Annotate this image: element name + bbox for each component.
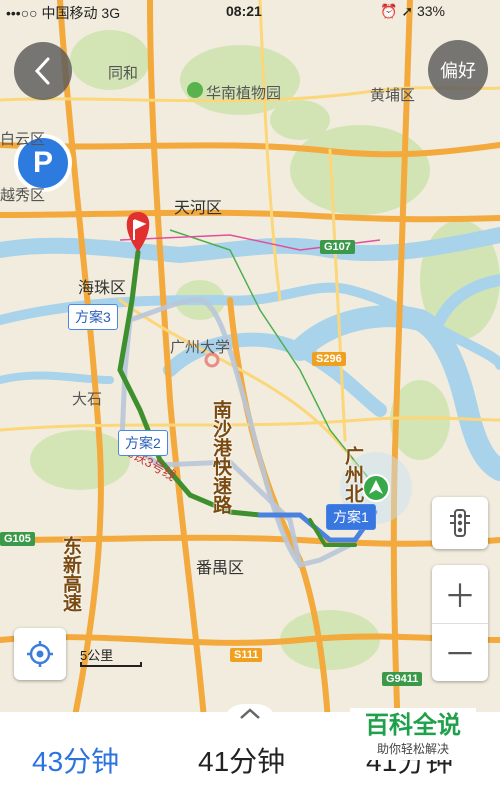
route-plan-1-label[interactable]: 方案1	[326, 504, 376, 530]
zoom-controls: ＋ －	[432, 565, 488, 681]
zoom-in-button[interactable]: ＋	[432, 565, 488, 623]
map-label-dongxin-expressway: 东新高速	[60, 536, 81, 612]
watermark: 百科全说 助你轻松解决	[350, 708, 476, 760]
clock: 08:21	[226, 3, 262, 19]
map-label-guangzhou-north: 广州北	[342, 446, 363, 503]
map-label-botanical-garden: 华南植物园	[206, 85, 282, 102]
map-label-baiyun: 白云区	[0, 131, 46, 148]
map-label-dashi: 大石	[72, 391, 103, 408]
route-plan-2-label[interactable]: 方案2	[118, 430, 168, 456]
scale-label: 5公里	[80, 648, 114, 663]
map-label-huangpu: 黄埔区	[370, 87, 416, 104]
route-plan-3-label[interactable]: 方案3	[68, 304, 118, 330]
watermark-title: 百科全说	[365, 712, 461, 739]
back-button[interactable]	[14, 42, 72, 100]
road-badge-g105: G105	[0, 532, 35, 546]
road-badge-g107: G107	[320, 240, 355, 254]
route-option-1-duration[interactable]: 43分钟	[32, 740, 119, 780]
watermark-subtitle: 助你轻松解决	[376, 742, 449, 756]
chevron-left-icon	[34, 57, 50, 85]
map-scale: 5公里	[80, 645, 142, 667]
carrier-label: •••○○ 中国移动 3G	[6, 5, 121, 21]
traffic-light-icon	[450, 509, 470, 537]
map-label-tonghe: 同和	[108, 65, 139, 82]
chevron-up-icon	[240, 708, 260, 719]
status-bar: •••○○ 中国移动 3G 08:21 ⏰ ➚ 33%	[0, 0, 500, 22]
locate-icon	[27, 641, 53, 667]
scale-bar	[80, 662, 142, 667]
locate-button[interactable]	[14, 628, 66, 680]
road-badge-s296: S296	[312, 352, 346, 366]
map-label-tianhe: 天河区	[174, 200, 223, 217]
map-label-university: 广州大学	[170, 339, 231, 356]
map-label-haizhu: 海珠区	[78, 280, 127, 297]
traffic-toggle-button[interactable]	[432, 497, 488, 549]
road-badge-s111: S111	[230, 648, 263, 662]
preferences-button[interactable]: 偏好	[428, 40, 488, 100]
map-label-panyu: 番禺区	[196, 560, 245, 577]
route-option-2-duration[interactable]: 41分钟	[198, 740, 285, 780]
map-label-nansha-expressway: 南沙港快速路	[210, 400, 231, 514]
zoom-out-button[interactable]: －	[432, 624, 488, 682]
road-badge-g9411: G9411	[382, 672, 423, 686]
map-label-yuexiu: 越秀区	[0, 187, 46, 204]
battery-label: ⏰ ➚ 33%	[380, 3, 445, 19]
